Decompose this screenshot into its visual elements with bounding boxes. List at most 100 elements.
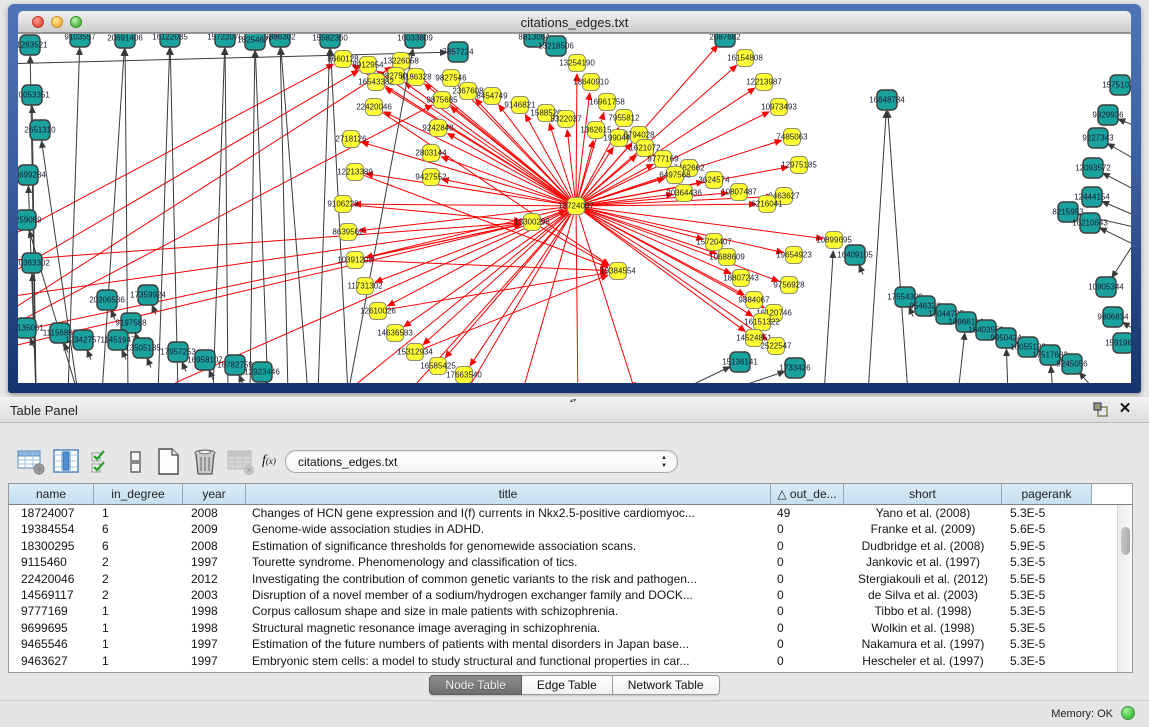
network-edge[interactable]: [250, 51, 255, 383]
table-select-dropdown[interactable]: citations_edges.txt ▲▼: [285, 450, 678, 473]
network-edge[interactable]: [1103, 173, 1131, 190]
network-edge[interactable]: [147, 358, 151, 367]
network-node[interactable]: 7485063: [776, 129, 808, 146]
network-node[interactable]: 15582360: [312, 34, 348, 48]
network-edge[interactable]: [111, 310, 115, 319]
network-node[interactable]: 12213987: [746, 74, 782, 91]
network-edge[interactable]: [464, 213, 572, 383]
network-node[interactable]: 18640910: [573, 74, 609, 91]
network-node[interactable]: 2718126: [335, 131, 367, 148]
network-edge[interactable]: [351, 205, 521, 221]
network-edge[interactable]: [442, 179, 568, 204]
network-edge[interactable]: [567, 130, 575, 198]
network-node[interactable]: 16154808: [727, 50, 763, 67]
network-edge[interactable]: [1102, 201, 1131, 215]
network-node[interactable]: 16961758: [589, 94, 625, 111]
network-edge[interactable]: [30, 338, 34, 347]
network-node[interactable]: 20364436: [666, 185, 702, 202]
network-node[interactable]: 15919622: [1105, 333, 1131, 353]
split-pane-grip-icon[interactable]: ▴▾: [570, 399, 577, 404]
column-header-name[interactable]: name: [9, 484, 94, 505]
new-file-icon[interactable]: [154, 447, 184, 477]
network-edge[interactable]: [225, 48, 228, 383]
network-edge[interactable]: [363, 224, 521, 258]
network-edge[interactable]: [182, 362, 186, 371]
network-node[interactable]: 1733426: [779, 358, 811, 378]
column-header-pagerank[interactable]: pagerank: [1002, 484, 1092, 505]
network-node[interactable]: 7857224: [442, 42, 474, 62]
network-node[interactable]: 7955812: [608, 110, 640, 127]
select-columns-icon[interactable]: [52, 447, 82, 477]
table-row[interactable]: 946554611997Estimation of the future num…: [9, 636, 1132, 652]
network-node[interactable]: 12975185: [781, 157, 817, 174]
network-node[interactable]: 16033809: [397, 34, 433, 48]
network-node[interactable]: 11731302: [348, 278, 384, 295]
network-edge[interactable]: [584, 193, 728, 205]
scrollbar-thumb[interactable]: [1121, 527, 1130, 555]
rows-icon[interactable]: [122, 447, 152, 477]
network-edge[interactable]: [405, 212, 570, 383]
network-node[interactable]: 9756928: [773, 277, 805, 294]
network-edge[interactable]: [18, 64, 333, 260]
network-edge[interactable]: [680, 367, 730, 383]
network-node[interactable]: 12213389: [337, 164, 373, 181]
network-node[interactable]: 19384554: [600, 263, 636, 280]
tab-node-table[interactable]: Node Table: [429, 675, 522, 695]
network-node[interactable]: 15751074: [1102, 75, 1131, 95]
network-nodes[interactable]: 1872400786601288912954132260589827508165…: [18, 34, 1131, 383]
network-node[interactable]: 2803144: [415, 145, 447, 162]
network-node[interactable]: 15136141: [722, 352, 758, 372]
network-edge[interactable]: [859, 265, 863, 274]
network-edge[interactable]: [959, 333, 965, 383]
table-row[interactable]: 2242004622012Investigating the contribut…: [9, 571, 1132, 587]
network-node[interactable]: 14636583: [377, 325, 413, 342]
network-node[interactable]: 16122035: [152, 34, 188, 47]
tab-edge-table[interactable]: Edge Table: [522, 675, 613, 695]
row-checks-icon[interactable]: [88, 447, 118, 477]
network-edge[interactable]: [1118, 119, 1131, 126]
network-edge[interactable]: [280, 48, 288, 383]
network-node[interactable]: 9106228: [327, 196, 359, 213]
network-edge[interactable]: [448, 133, 569, 202]
network-edge[interactable]: [331, 49, 348, 383]
network-edge[interactable]: [576, 214, 578, 383]
network-node[interactable]: 12610026: [360, 303, 396, 320]
column-header-title[interactable]: title: [246, 484, 771, 505]
window-titlebar[interactable]: citations_edges.txt: [18, 11, 1131, 33]
float-panel-icon[interactable]: [1093, 402, 1109, 418]
network-node[interactable]: 13226058: [383, 53, 419, 70]
network-edge[interactable]: [580, 147, 613, 199]
network-node[interactable]: 3624574: [698, 172, 730, 189]
network-node[interactable]: 8639562: [332, 224, 364, 241]
network-edge[interactable]: [347, 211, 570, 383]
table-row[interactable]: 977716911998Corpus callosum shape and si…: [9, 603, 1132, 619]
network-node[interactable]: 16648784: [869, 90, 905, 110]
network-edge[interactable]: [1108, 144, 1131, 160]
network-node[interactable]: 8259089: [18, 210, 42, 230]
network-edge[interactable]: [87, 350, 91, 359]
network-canvas[interactable]: 1872400786601288912954132260589827508165…: [18, 33, 1131, 383]
network-edge[interactable]: [576, 74, 577, 198]
table-row[interactable]: 1872400712008Changes of HCN gene express…: [9, 505, 1132, 521]
network-edge[interactable]: [1079, 372, 1093, 383]
network-node[interactable]: 2087682: [709, 34, 741, 47]
network-node[interactable]: 15699284: [18, 165, 46, 185]
table-row[interactable]: 969969511998Structural magnetic resonanc…: [9, 620, 1132, 636]
network-edge[interactable]: [318, 49, 329, 383]
column-header-in_degree[interactable]: in_degree: [94, 484, 183, 505]
network-edge[interactable]: [1100, 228, 1131, 246]
network-edge[interactable]: [578, 214, 634, 383]
network-edge[interactable]: [18, 71, 358, 300]
network-edge[interactable]: [422, 275, 607, 349]
network-edge[interactable]: [888, 111, 908, 383]
network-edge[interactable]: [825, 251, 834, 383]
table-row[interactable]: 1938455462009Genome-wide association stu…: [9, 521, 1132, 537]
table-row[interactable]: 911546021997Tourette syndrome. Phenomeno…: [9, 554, 1132, 570]
network-edge[interactable]: [363, 260, 607, 270]
network-edge[interactable]: [726, 372, 785, 383]
network-node[interactable]: 12444154: [1074, 187, 1110, 207]
network-node[interactable]: 10391208: [337, 252, 373, 269]
network-edge[interactable]: [281, 48, 308, 383]
close-panel-icon[interactable]: ✕: [1117, 401, 1133, 417]
delete-icon[interactable]: [190, 447, 220, 477]
